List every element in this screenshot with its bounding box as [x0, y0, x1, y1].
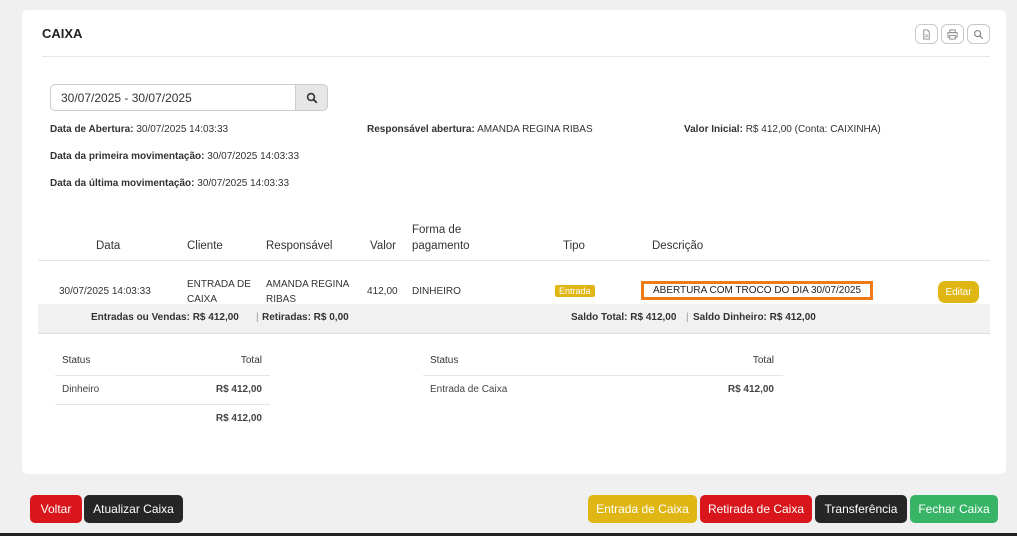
summary-left-status-header: Status — [62, 355, 91, 366]
col-header-tipo: Tipo — [563, 240, 585, 252]
info-responsavel-label: Responsável abertura: — [367, 124, 475, 135]
atualizar-caixa-button[interactable]: Atualizar Caixa — [84, 495, 183, 523]
totals-retiradas: Retiradas: R$ 0,00 — [262, 312, 349, 323]
info-valor-inicial-label: Valor Inicial: — [684, 124, 743, 135]
date-search-button[interactable] — [295, 84, 328, 111]
totals-bar: Entradas ou Vendas: R$ 412,00 | Retirada… — [38, 304, 990, 334]
print-icon — [947, 28, 958, 40]
cell-responsavel-line1: AMANDA REGINA — [266, 279, 350, 290]
col-header-data: Data — [96, 240, 121, 252]
export-pdf-button[interactable] — [915, 24, 938, 44]
summary-left-divider — [55, 404, 270, 405]
retirada-caixa-button[interactable]: Retirada de Caixa — [700, 495, 812, 523]
info-abertura-label: Data de Abertura: — [50, 124, 134, 135]
header-divider — [42, 56, 990, 57]
cell-descricao: ABERTURA COM TROCO DO DIA 30/07/2025 — [641, 281, 874, 300]
voltar-button[interactable]: Voltar — [30, 495, 82, 523]
search-icon — [306, 92, 317, 103]
totals-separator: | — [256, 312, 259, 323]
col-header-forma-line2: pagamento — [412, 240, 470, 252]
search-icon — [973, 29, 984, 39]
page-title: CAIXA — [42, 26, 83, 41]
info-responsavel: Responsável abertura: AMANDA REGINA RIBA… — [367, 124, 593, 135]
cell-data: 30/07/2025 14:03:33 — [59, 286, 151, 297]
cell-valor: 412,00 — [367, 286, 398, 297]
summary-right-status-header: Status — [430, 355, 459, 366]
print-button[interactable] — [941, 24, 964, 44]
info-responsavel-value: AMANDA REGINA RIBAS — [477, 124, 593, 135]
search-button[interactable] — [967, 24, 990, 44]
summary-left-grand-total: R$ 412,00 — [215, 413, 262, 424]
totals-saldo-total: Saldo Total: R$ 412,00 — [571, 312, 677, 323]
col-header-valor: Valor — [370, 240, 396, 252]
summary-left-total: R$ 412,00 — [215, 384, 262, 395]
toolbar — [915, 24, 990, 44]
col-header-cliente: Cliente — [187, 240, 223, 252]
fechar-caixa-button[interactable]: Fechar Caixa — [910, 495, 998, 523]
summary-left-status: Dinheiro — [62, 384, 100, 395]
col-header-forma-line1: Forma de — [412, 224, 462, 236]
col-header-responsavel: Responsável — [266, 240, 333, 252]
info-primeira-label: Data da primeira movimentação: — [50, 151, 205, 162]
summary-right-total: R$ 412,00 — [727, 384, 774, 395]
summary-right-divider — [423, 375, 783, 376]
totals-saldo-dinheiro: Saldo Dinheiro: R$ 412,00 — [693, 312, 816, 323]
cell-cliente-line1: ENTRADA DE — [187, 279, 251, 290]
entrada-caixa-button[interactable]: Entrada de Caixa — [588, 495, 697, 523]
col-header-descricao: Descrição — [652, 240, 704, 252]
info-abertura: Data de Abertura: 30/07/2025 14:03:33 — [50, 124, 228, 135]
info-valor-inicial-value: R$ 412,00 (Conta: CAIXINHA) — [745, 124, 881, 135]
info-primeira-value: 30/07/2025 14:03:33 — [207, 151, 300, 162]
summary-right-status: Entrada de Caixa — [430, 384, 508, 395]
date-range-input[interactable]: 30/07/2025 - 30/07/2025 — [50, 84, 295, 111]
info-ultima-movimentacao: Data da última movimentação: 30/07/2025 … — [50, 178, 289, 189]
file-pdf-icon — [923, 28, 930, 40]
totals-separator: | — [686, 312, 689, 323]
cell-forma-pagamento: DINHEIRO — [412, 286, 461, 297]
info-ultima-label: Data da última movimentação: — [50, 178, 195, 189]
edit-button[interactable]: Editar — [938, 281, 979, 303]
date-range-filter: 30/07/2025 - 30/07/2025 — [50, 84, 328, 111]
info-valor-inicial: Valor Inicial: R$ 412,00 (Conta: CAIXINH… — [684, 124, 881, 135]
info-primeira-movimentacao: Data da primeira movimentação: 30/07/202… — [50, 151, 299, 162]
info-ultima-value: 30/07/2025 14:03:33 — [197, 178, 290, 189]
table-header-divider — [38, 260, 990, 261]
transferencia-button[interactable]: Transferência — [815, 495, 907, 523]
tipo-badge: Entrada — [555, 285, 595, 297]
summary-right-total-header: Total — [752, 355, 774, 366]
totals-entradas: Entradas ou Vendas: R$ 412,00 — [91, 312, 239, 323]
caixa-panel: CAIXA 30/07/2025 - 30/07/2025 Data de Ab… — [22, 10, 1006, 474]
summary-left-total-header: Total — [240, 355, 262, 366]
summary-left-divider — [55, 375, 270, 376]
info-abertura-value: 30/07/2025 14:03:33 — [136, 124, 229, 135]
